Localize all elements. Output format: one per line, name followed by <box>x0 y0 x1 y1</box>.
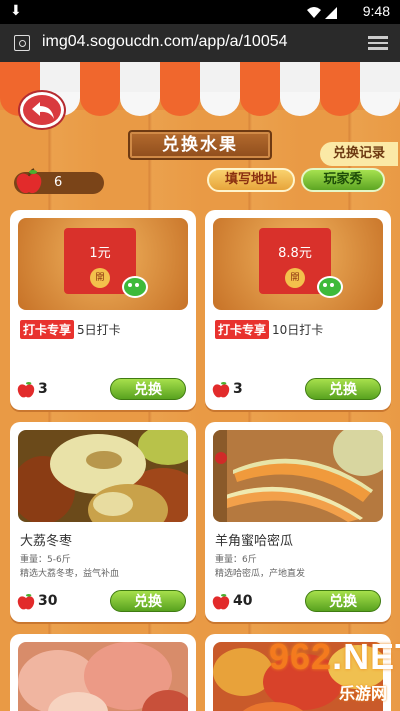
card-price: 40 <box>211 592 252 612</box>
card-desc: 5日打卡 <box>77 323 121 337</box>
price-value: 40 <box>233 593 253 609</box>
menu-icon[interactable] <box>368 36 388 52</box>
card-price: 3 <box>16 380 48 400</box>
red-packet-image: 8.8元 開 <box>213 218 383 310</box>
product-info: 精选哈密瓜，产地直发 <box>215 569 306 579</box>
price-value: 3 <box>38 381 48 397</box>
red-packet-amount: 1元 <box>89 246 111 261</box>
signal-icons <box>306 5 340 24</box>
card-tagline: 打卡专享 10日打卡 <box>215 320 323 339</box>
wechat-icon <box>317 276 343 298</box>
back-arrow-icon <box>32 102 54 119</box>
url-text[interactable]: img04.sogoucdn.com/app/a/10054 <box>42 33 288 51</box>
apple-icon <box>17 594 35 610</box>
card-price: 3 <box>211 380 243 400</box>
player-show-button[interactable]: 玩家秀 <box>301 168 385 192</box>
red-packet-image: 1元 開 <box>18 218 188 310</box>
product-weight: 重量：5-6斤 <box>20 555 71 565</box>
clock: 9:48 <box>362 3 390 19</box>
page-title: 兑换水果 <box>128 130 272 160</box>
browser-url-bar[interactable]: img04.sogoucdn.com/app/a/10054 <box>0 24 400 62</box>
card-price: 30 <box>16 592 57 612</box>
site-info-icon[interactable] <box>14 35 30 51</box>
checkin-tag: 打卡专享 <box>215 320 270 339</box>
exchange-button[interactable]: 兑换 <box>305 590 381 612</box>
product-card[interactable]: 1元 開 打卡专享 5日打卡 3 兑换 <box>10 210 196 410</box>
price-value: 3 <box>233 381 243 397</box>
exchange-record-button[interactable]: 兑换记录 <box>320 142 398 166</box>
wechat-icon <box>122 276 148 298</box>
peach-image <box>18 642 188 711</box>
price-value: 30 <box>38 593 58 609</box>
product-card[interactable]: 羊角蜜哈密瓜 重量：6斤 精选哈密瓜，产地直发 40 兑换 <box>205 422 391 622</box>
watermark-text: 乐游网 <box>339 684 388 703</box>
red-packet-seal: 開 <box>285 268 305 288</box>
product-card[interactable] <box>10 634 196 711</box>
checkin-tag: 打卡专享 <box>20 320 75 339</box>
card-tagline: 打卡专享 5日打卡 <box>20 320 121 339</box>
apple-icon <box>212 382 230 398</box>
apple-icon <box>212 594 230 610</box>
back-button[interactable] <box>20 92 64 128</box>
watermark-number: 962 <box>269 636 333 677</box>
product-weight: 重量：6斤 <box>215 555 257 565</box>
apple-count: 6 <box>54 175 63 190</box>
exchange-button[interactable]: 兑换 <box>305 378 381 400</box>
fill-address-button[interactable]: 填写地址 <box>207 168 295 192</box>
red-packet-seal: 開 <box>90 268 110 288</box>
product-card[interactable]: 8.8元 開 打卡专享 10日打卡 3 兑换 <box>205 210 391 410</box>
exchange-button[interactable]: 兑换 <box>110 378 186 400</box>
site-watermark: 962.NET 乐游网 <box>263 636 400 708</box>
product-name: 羊角蜜哈密瓜 <box>215 534 294 549</box>
watermark-suffix: .NET <box>332 636 400 677</box>
jujube-image <box>18 430 188 522</box>
red-packet-amount: 8.8元 <box>278 246 312 261</box>
apple-count-badge: 6 <box>14 168 104 194</box>
exchange-button[interactable]: 兑换 <box>110 590 186 612</box>
card-desc: 10日打卡 <box>272 323 324 337</box>
download-icon: ⬇ <box>10 3 22 19</box>
melon-image <box>213 430 383 522</box>
product-name: 大荔冬枣 <box>20 534 73 549</box>
product-info: 精选大荔冬枣，益气补血 <box>20 569 120 579</box>
apple-icon <box>17 382 35 398</box>
product-card[interactable]: 大荔冬枣 重量：5-6斤 精选大荔冬枣，益气补血 30 兑换 <box>10 422 196 622</box>
status-bar: ⬇ 9:48 <box>0 0 400 24</box>
apple-icon <box>16 168 42 194</box>
